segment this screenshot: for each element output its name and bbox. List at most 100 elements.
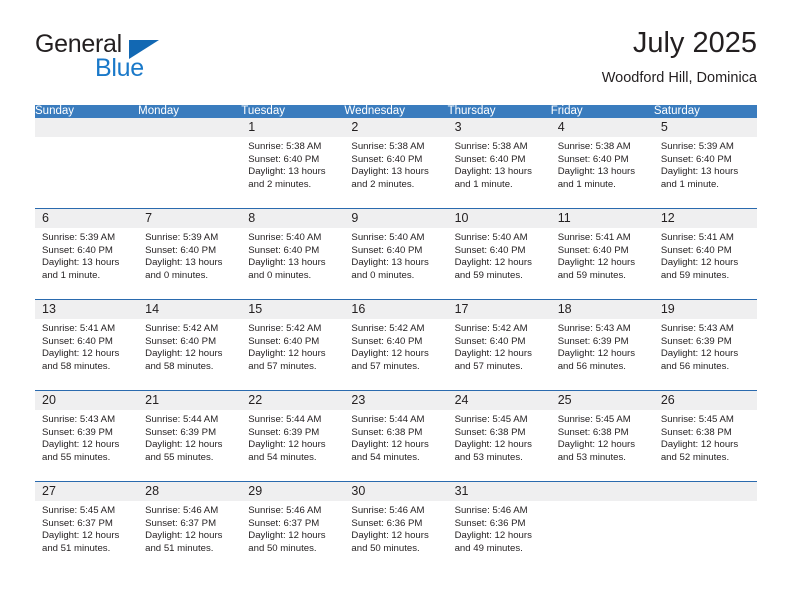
daylight-text: Daylight: 12 hours and 50 minutes. [248,530,326,554]
calendar-day-cell-empty [138,118,242,209]
calendar-week-row: 13 Sunrise: 5:41 AM Sunset: 6:40 PM Dayligh… [35,299,757,391]
calendar-day-cell[interactable]: 3 Sunrise: 5:38 AM Sunset: 6:40 PM Daylight… [447,118,551,209]
sunrise-text: Sunrise: 5:46 AM [248,505,322,516]
sunset-text: Sunset: 6:40 PM [454,153,526,165]
calendar-day-cell[interactable]: 23 Sunrise: 5:44 AM Sunset: 6:38 PM Dayligh… [344,390,448,482]
sunrise-text: Sunrise: 5:43 AM [557,323,631,334]
sunrise-text: Sunrise: 5:40 AM [351,232,425,243]
calendar-day-cell[interactable]: 28 Sunrise: 5:46 AM Sunset: 6:37 PM Dayligh… [138,481,242,572]
daylight-text: Daylight: 13 hours and 0 minutes. [248,257,326,281]
calendar-day-cell[interactable]: 31 Sunrise: 5:46 AM Sunset: 6:36 PM Dayligh… [447,481,551,572]
sunset-text: Sunset: 6:37 PM [42,517,113,529]
calendar-day-cell[interactable]: 8 Sunrise: 5:40 AM Sunset: 6:40 PM Daylight… [241,208,345,300]
sunrise-text: Sunrise: 5:45 AM [557,414,631,425]
daylight-text: Daylight: 13 hours and 0 minutes. [351,257,429,281]
day-number: 12 [653,209,757,228]
day-number: 27 [35,482,139,501]
calendar-day-cell[interactable]: 27 Sunrise: 5:45 AM Sunset: 6:37 PM Dayligh… [35,481,139,572]
day-details: Sunrise: 5:43 AM Sunset: 6:39 PM Daylight:… [654,319,757,373]
calendar-day-cell[interactable]: 14 Sunrise: 5:42 AM Sunset: 6:40 PM Dayligh… [138,299,242,391]
day-details: Sunrise: 5:43 AM Sunset: 6:39 PM Daylight:… [35,410,138,464]
sunset-text: Sunset: 6:39 PM [145,426,217,438]
calendar-week-row: 6 Sunrise: 5:39 AM Sunset: 6:40 PM Daylight… [35,208,757,300]
sunrise-text: Sunrise: 5:42 AM [248,323,322,334]
sunrise-text: Sunrise: 5:45 AM [454,414,528,425]
sunset-text: Sunset: 6:40 PM [557,244,629,256]
daylight-text: Daylight: 13 hours and 1 minute. [660,166,739,190]
calendar-day-cell[interactable]: 21 Sunrise: 5:44 AM Sunset: 6:39 PM Dayligh… [138,390,242,482]
calendar-day-cell[interactable]: 15 Sunrise: 5:42 AM Sunset: 6:40 PM Dayligh… [241,299,345,391]
daylight-text: Daylight: 12 hours and 58 minutes. [42,348,120,372]
day-details: Sunrise: 5:41 AM Sunset: 6:40 PM Daylight:… [654,228,757,282]
day-number: 29 [241,482,345,501]
sunrise-text: Sunrise: 5:44 AM [145,414,219,425]
sunset-text: Sunset: 6:40 PM [351,153,423,165]
sunset-text: Sunset: 6:40 PM [351,244,423,256]
day-number: 16 [344,300,448,319]
day-details: Sunrise: 5:39 AM Sunset: 6:40 PM Daylight:… [654,137,757,191]
calendar-day-cell[interactable]: 22 Sunrise: 5:44 AM Sunset: 6:39 PM Dayligh… [241,390,345,482]
calendar-day-cell[interactable]: 29 Sunrise: 5:46 AM Sunset: 6:37 PM Dayligh… [241,481,345,572]
weekday-header-wednesday: Wednesday [344,105,448,118]
sunset-text: Sunset: 6:38 PM [454,426,526,438]
sunrise-text: Sunrise: 5:41 AM [42,323,116,334]
day-number: 3 [447,118,551,137]
sunrise-text: Sunrise: 5:38 AM [454,141,528,152]
daylight-text: Daylight: 12 hours and 52 minutes. [660,439,739,463]
sunrise-text: Sunrise: 5:38 AM [351,141,425,152]
calendar-day-cell[interactable]: 26 Sunrise: 5:45 AM Sunset: 6:38 PM Dayligh… [653,390,757,482]
calendar-day-cell[interactable]: 30 Sunrise: 5:46 AM Sunset: 6:36 PM Dayligh… [344,481,448,572]
calendar-day-cell[interactable]: 6 Sunrise: 5:39 AM Sunset: 6:40 PM Daylight… [35,208,139,300]
day-number: 31 [447,482,551,501]
calendar-day-cell[interactable]: 2 Sunrise: 5:38 AM Sunset: 6:40 PM Daylight… [344,118,448,209]
calendar-day-cell[interactable]: 13 Sunrise: 5:41 AM Sunset: 6:40 PM Dayligh… [35,299,139,391]
calendar-day-cell[interactable]: 16 Sunrise: 5:42 AM Sunset: 6:40 PM Dayligh… [344,299,448,391]
calendar-day-cell[interactable]: 19 Sunrise: 5:43 AM Sunset: 6:39 PM Dayligh… [653,299,757,391]
calendar-week-row: 1 Sunrise: 5:38 AM Sunset: 6:40 PM Daylight… [35,118,757,209]
daylight-text: Daylight: 12 hours and 51 minutes. [42,530,120,554]
day-number: 22 [241,391,345,410]
location-subtitle: Woodford Hill, Dominica [601,69,757,86]
calendar-page: General Blue July 2025 Woodford Hill, Do… [0,0,792,612]
sunrise-text: Sunrise: 5:45 AM [42,505,116,516]
daylight-text: Daylight: 12 hours and 55 minutes. [42,439,120,463]
sunset-text: Sunset: 6:40 PM [248,244,320,256]
weekday-header-thursday: Thursday [447,105,551,118]
daylight-text: Daylight: 12 hours and 53 minutes. [557,439,636,463]
brand-name-blue: Blue [95,54,144,82]
sunset-text: Sunset: 6:39 PM [42,426,113,438]
calendar-day-cell[interactable]: 1 Sunrise: 5:38 AM Sunset: 6:40 PM Daylight… [241,118,345,209]
calendar-day-cell[interactable]: 11 Sunrise: 5:41 AM Sunset: 6:40 PM Dayligh… [550,208,654,300]
day-details: Sunrise: 5:42 AM Sunset: 6:40 PM Daylight:… [241,319,344,373]
day-number: 4 [550,118,654,137]
calendar-day-cell[interactable]: 5 Sunrise: 5:39 AM Sunset: 6:40 PM Daylight… [653,118,757,209]
day-number: 13 [35,300,139,319]
day-details: Sunrise: 5:41 AM Sunset: 6:40 PM Daylight:… [35,319,138,373]
calendar-day-cell[interactable]: 20 Sunrise: 5:43 AM Sunset: 6:39 PM Dayligh… [35,390,139,482]
day-number: 30 [344,482,448,501]
day-details: Sunrise: 5:46 AM Sunset: 6:36 PM Daylight:… [344,501,447,555]
calendar-day-cell[interactable]: 17 Sunrise: 5:42 AM Sunset: 6:40 PM Dayligh… [447,299,551,391]
title-block: July 2025 Woodford Hill, Dominica [601,27,757,86]
sunset-text: Sunset: 6:37 PM [145,517,217,529]
sunset-text: Sunset: 6:38 PM [557,426,629,438]
day-number: 5 [653,118,757,137]
daylight-text: Daylight: 13 hours and 2 minutes. [248,166,326,190]
sunrise-text: Sunrise: 5:45 AM [660,414,734,425]
calendar-day-cell[interactable]: 4 Sunrise: 5:38 AM Sunset: 6:40 PM Daylight… [550,118,654,209]
brand-logo[interactable]: General Blue [35,28,255,90]
sunset-text: Sunset: 6:37 PM [248,517,320,529]
day-number [550,482,654,501]
calendar-day-cell[interactable]: 25 Sunrise: 5:45 AM Sunset: 6:38 PM Dayligh… [550,390,654,482]
sunset-text: Sunset: 6:40 PM [248,335,320,347]
daylight-text: Daylight: 12 hours and 57 minutes. [454,348,532,372]
calendar-day-cell[interactable]: 10 Sunrise: 5:40 AM Sunset: 6:40 PM Dayligh… [447,208,551,300]
calendar-day-cell[interactable]: 12 Sunrise: 5:41 AM Sunset: 6:40 PM Dayligh… [653,208,757,300]
day-number: 14 [138,300,242,319]
calendar-day-cell[interactable]: 24 Sunrise: 5:45 AM Sunset: 6:38 PM Dayligh… [447,390,551,482]
calendar-day-cell[interactable]: 9 Sunrise: 5:40 AM Sunset: 6:40 PM Daylight… [344,208,448,300]
daylight-text: Daylight: 12 hours and 59 minutes. [454,257,532,281]
sunrise-text: Sunrise: 5:39 AM [145,232,219,243]
calendar-day-cell[interactable]: 18 Sunrise: 5:43 AM Sunset: 6:39 PM Dayligh… [550,299,654,391]
calendar-day-cell[interactable]: 7 Sunrise: 5:39 AM Sunset: 6:40 PM Daylight… [138,208,242,300]
